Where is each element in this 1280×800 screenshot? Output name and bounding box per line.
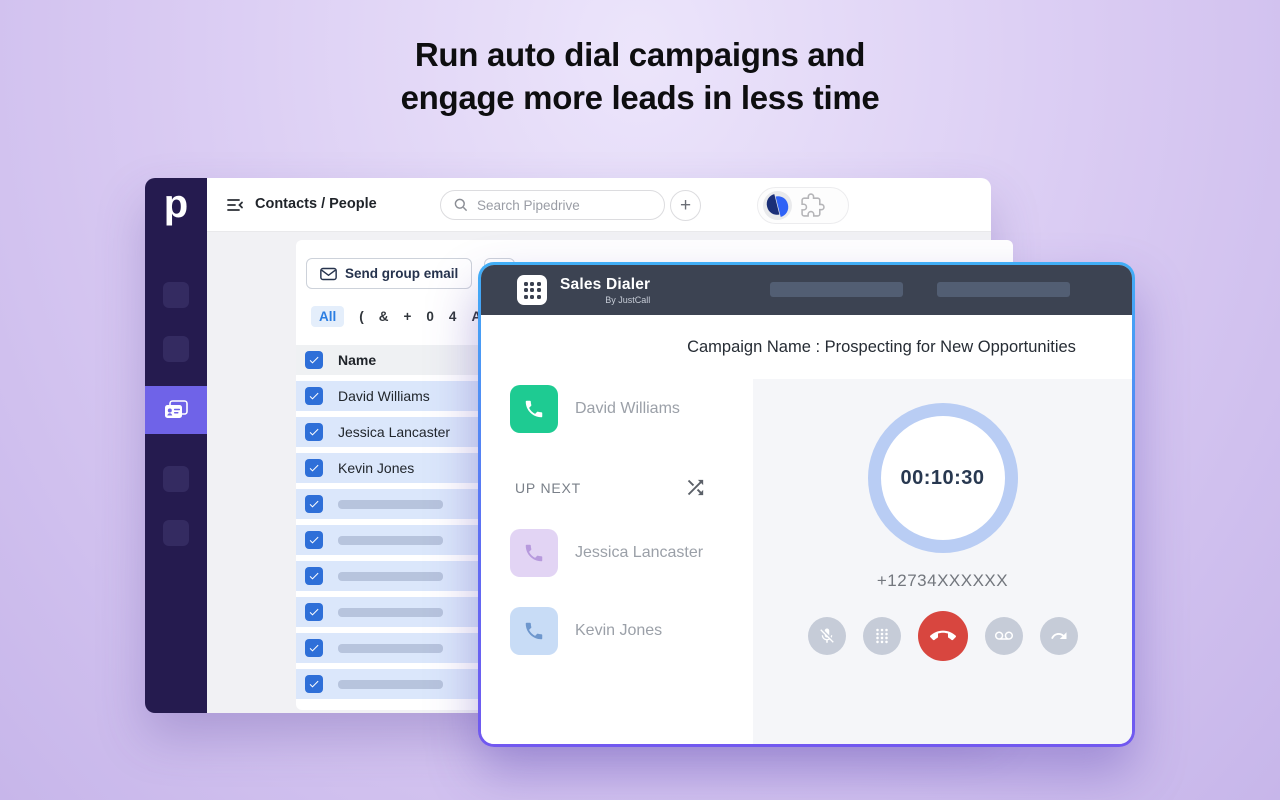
row-checkbox[interactable] <box>305 531 323 549</box>
column-header-name[interactable]: Name <box>338 352 376 368</box>
active-call-phone-icon <box>510 385 558 433</box>
account-pill[interactable] <box>757 187 849 224</box>
dialer-grid-icon <box>517 275 547 305</box>
sidebar-collapse-icon[interactable] <box>225 195 245 215</box>
quick-add-button[interactable]: + <box>670 190 701 221</box>
send-group-email-label: Send group email <box>345 266 458 281</box>
queue-call-item[interactable]: Kevin Jones <box>510 607 753 655</box>
forward-icon <box>1050 627 1068 645</box>
keypad-icon <box>873 627 891 645</box>
mic-off-button[interactable] <box>808 617 846 655</box>
up-next-row: UP NEXT <box>515 476 707 499</box>
sidebar-item-placeholder[interactable] <box>163 336 189 362</box>
queue-call-name: Jessica Lancaster <box>575 544 703 562</box>
call-controls <box>808 611 1078 661</box>
breadcrumb-current: People <box>329 196 377 212</box>
envelope-icon <box>320 267 337 281</box>
placeholder-bar <box>338 644 443 653</box>
page-title: Run auto dial campaigns and engage more … <box>0 33 1280 119</box>
pipedrive-logo: p <box>145 182 207 227</box>
sidebar-item-placeholder[interactable] <box>163 520 189 546</box>
select-all-checkbox[interactable] <box>305 351 323 369</box>
plus-icon: + <box>680 195 691 217</box>
call-phone-number: +12734XXXXXX <box>877 571 1008 591</box>
sidebar-item-placeholder[interactable] <box>163 282 189 308</box>
current-call-name: David Williams <box>575 400 680 418</box>
queue-phone-icon <box>510 607 558 655</box>
row-checkbox[interactable] <box>305 459 323 477</box>
dialer-app-byline: By JustCall <box>605 295 650 305</box>
current-call-item[interactable]: David Williams <box>510 385 753 433</box>
sales-dialer-modal: Sales Dialer By JustCall Campaign Name :… <box>478 262 1135 747</box>
pipedrive-sidebar: p <box>145 178 207 713</box>
search-input[interactable]: Search Pipedrive <box>440 190 665 220</box>
row-checkbox[interactable] <box>305 603 323 621</box>
cell-name: Jessica Lancaster <box>338 424 450 440</box>
dialer-header: Sales Dialer By JustCall <box>481 265 1132 315</box>
call-timer-ring: 00:10:30 <box>868 403 1018 553</box>
send-group-email-button[interactable]: Send group email <box>306 258 472 289</box>
pipedrive-topbar: Contacts / People Search Pipedrive + <box>207 178 991 232</box>
row-checkbox[interactable] <box>305 567 323 585</box>
placeholder-bar <box>338 536 443 545</box>
sidebar-item-placeholder[interactable] <box>163 466 189 492</box>
puzzle-icon <box>800 193 825 218</box>
row-checkbox[interactable] <box>305 495 323 513</box>
hang-up-icon <box>930 623 956 649</box>
headline-line1: Run auto dial campaigns and <box>0 33 1280 76</box>
queue-phone-icon <box>510 529 558 577</box>
queue-call-name: Kevin Jones <box>575 622 662 640</box>
row-checkbox[interactable] <box>305 423 323 441</box>
placeholder-bar <box>338 608 443 617</box>
search-placeholder: Search Pipedrive <box>477 198 580 213</box>
voicemail-icon <box>995 627 1013 645</box>
keypad-button[interactable] <box>863 617 901 655</box>
filter-4[interactable]: 4 <box>449 309 457 324</box>
filter-&[interactable]: & <box>379 309 389 324</box>
forward-button[interactable] <box>1040 617 1078 655</box>
placeholder-bar <box>338 680 443 689</box>
header-placeholder-bar <box>770 282 903 297</box>
up-next-label: UP NEXT <box>515 480 581 496</box>
contacts-card-icon <box>163 399 189 421</box>
row-checkbox[interactable] <box>305 387 323 405</box>
active-call-panel: 00:10:30 +12734XXXXXX <box>753 379 1132 744</box>
mic-off-icon <box>818 627 836 645</box>
call-timer: 00:10:30 <box>900 467 984 490</box>
filter-all[interactable]: All <box>311 306 344 327</box>
placeholder-bar <box>338 500 443 509</box>
filter-0[interactable]: 0 <box>426 309 434 324</box>
cell-name: Kevin Jones <box>338 460 414 476</box>
sidebar-item-contacts[interactable] <box>145 386 207 434</box>
header-placeholder-bar <box>937 282 1070 297</box>
call-queue-panel: David Williams UP NEXT Jessica Lancaster… <box>481 379 753 744</box>
justcall-logo-icon <box>763 191 792 220</box>
filter-+[interactable]: + <box>404 309 412 324</box>
row-checkbox[interactable] <box>305 639 323 657</box>
breadcrumb[interactable]: Contacts / People <box>255 196 377 212</box>
hang-up-button[interactable] <box>918 611 968 661</box>
dialer-app-title: Sales Dialer By JustCall <box>560 276 650 305</box>
filter-([interactable]: ( <box>359 309 364 324</box>
campaign-name-label: Campaign Name : Prospecting for New Oppo… <box>481 315 1132 379</box>
dialer-app-name: Sales Dialer <box>560 276 650 294</box>
voicemail-button[interactable] <box>985 617 1023 655</box>
shuffle-icon[interactable] <box>684 476 707 499</box>
headline-line2: engage more leads in less time <box>0 76 1280 119</box>
cell-name: David Williams <box>338 388 430 404</box>
placeholder-bar <box>338 572 443 581</box>
row-checkbox[interactable] <box>305 675 323 693</box>
breadcrumb-section: Contacts / <box>255 196 325 212</box>
search-icon <box>453 197 469 213</box>
queue-call-item[interactable]: Jessica Lancaster <box>510 529 753 577</box>
